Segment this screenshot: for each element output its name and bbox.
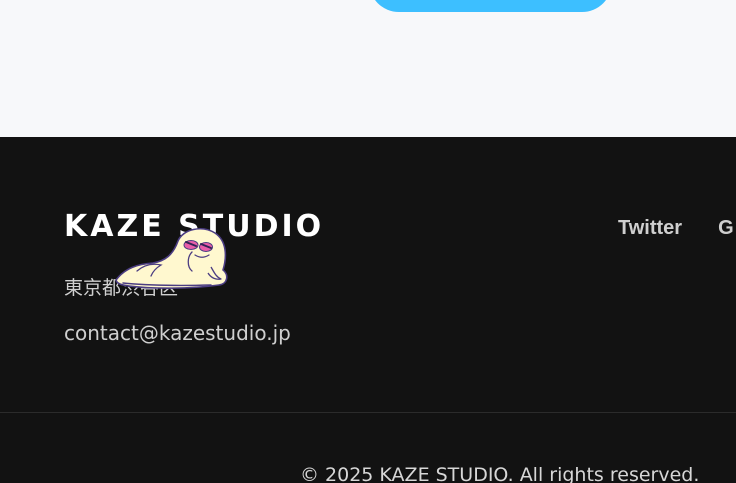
footer-link-twitter[interactable]: Twitter — [618, 216, 682, 240]
footer-social-nav: Twitter G — [618, 216, 734, 240]
footer-email-link[interactable]: contact@kazestudio.jp — [64, 321, 291, 345]
footer-brand-title: KAZE STUDIO — [64, 209, 325, 244]
footer-divider — [0, 412, 736, 413]
top-section — [0, 0, 736, 137]
footer-link-g[interactable]: G — [718, 216, 734, 240]
footer-address: 東京都渋谷区 — [64, 277, 179, 299]
page: KAZE STUDIO 東京都渋谷区 contact@kazestudio.jp… — [0, 0, 736, 483]
site-footer: KAZE STUDIO 東京都渋谷区 contact@kazestudio.jp… — [0, 137, 736, 483]
footer-copyright: © 2025 KAZE STUDIO. All rights reserved. — [300, 464, 700, 483]
primary-cta-button[interactable] — [369, 0, 612, 12]
